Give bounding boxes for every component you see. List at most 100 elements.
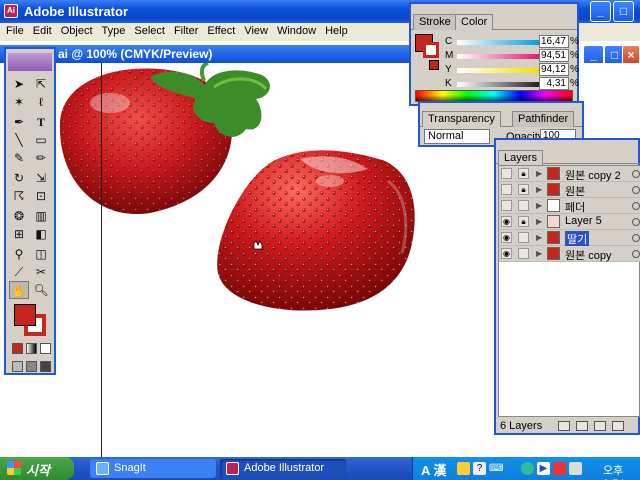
channel-slider[interactable]	[457, 82, 539, 87]
color-mode-button[interactable]	[12, 343, 23, 354]
channel-value-input[interactable]: 94,51	[539, 49, 569, 62]
direct-selection-tool-icon[interactable]: ⇱	[31, 75, 51, 93]
layer-target-icon[interactable]	[632, 186, 640, 194]
warp-tool-icon[interactable]: ☈	[9, 187, 29, 205]
tab-transparency[interactable]: Transparency	[422, 111, 501, 127]
visibility-eye-icon[interactable]	[501, 184, 512, 195]
menu-file[interactable]: File	[0, 23, 27, 37]
scissors-tool-icon[interactable]: ✂	[31, 263, 51, 281]
pencil-tool-icon[interactable]: ✏	[31, 149, 51, 167]
layer-row[interactable]: 🔒︎ ▶ 원본	[499, 182, 640, 198]
layer-row[interactable]: ◉ ▶ 딸기	[499, 230, 640, 247]
slice-tool-icon[interactable]: ⟋	[9, 263, 29, 281]
magic-wand-tool-icon[interactable]: ✶	[9, 93, 29, 111]
none-mode-button[interactable]	[40, 343, 51, 354]
expand-triangle-icon[interactable]: ▶	[536, 201, 542, 210]
eyedropper-tool-icon[interactable]: ⚲	[9, 245, 29, 263]
lock-icon[interactable]: 🔒︎	[518, 184, 529, 195]
layer-target-icon[interactable]	[632, 250, 640, 258]
layer-row[interactable]: 🔒︎ ▶ 원본 copy 2	[499, 166, 640, 182]
network-icon[interactable]	[521, 462, 534, 475]
taskbar-item-snagit[interactable]: SnagIt	[90, 459, 216, 478]
visibility-eye-icon[interactable]: ◉	[501, 232, 512, 243]
fill-color-swatch[interactable]	[14, 304, 36, 326]
volume-icon[interactable]	[569, 462, 582, 475]
make-clipping-mask-icon[interactable]	[558, 421, 570, 431]
menu-type[interactable]: Type	[96, 23, 129, 37]
layer-row[interactable]: ◉ ▶ 원본 copy	[499, 246, 640, 262]
app-tray-icon[interactable]	[553, 462, 566, 475]
gradient-mode-button[interactable]	[26, 343, 37, 354]
keyboard-icon[interactable]: ⌨	[489, 462, 503, 475]
expand-triangle-icon[interactable]: ▶	[536, 169, 542, 178]
panel-stroke-swatch[interactable]	[423, 42, 439, 58]
start-button[interactable]: 시작	[0, 457, 74, 480]
expand-triangle-icon[interactable]: ▶	[536, 233, 542, 242]
channel-slider[interactable]	[457, 68, 539, 73]
selection-tool-icon[interactable]: ➤	[9, 75, 29, 93]
layer-row[interactable]: ◉ 🔒︎ ▶ Layer 5	[499, 214, 640, 230]
help-icon[interactable]: ?	[473, 462, 486, 475]
expand-triangle-icon[interactable]: ▶	[536, 217, 542, 226]
tab-pathfinder[interactable]: Pathfinder	[512, 111, 575, 127]
pen-tool-icon[interactable]: ✒	[9, 113, 29, 131]
full-screen-menu-mode-button[interactable]	[26, 361, 37, 372]
menu-help[interactable]: Help	[319, 23, 351, 37]
ime-tool-icon[interactable]	[457, 462, 470, 475]
mesh-tool-icon[interactable]: ⊞	[9, 225, 29, 243]
lock-icon[interactable]	[518, 232, 529, 243]
visibility-eye-icon[interactable]: ◉	[501, 248, 512, 259]
media-icon[interactable]: ▶	[537, 462, 550, 475]
out-of-gamut-swatch[interactable]	[429, 60, 439, 70]
zoom-tool-icon[interactable]: 🔍︎	[31, 281, 51, 299]
symbol-sprayer-tool-icon[interactable]: ❂	[9, 207, 29, 225]
menu-select[interactable]: Select	[128, 23, 168, 37]
line-tool-icon[interactable]: ╲	[9, 131, 29, 149]
new-sublayer-icon[interactable]	[576, 421, 588, 431]
rotate-tool-icon[interactable]: ↻	[9, 169, 29, 187]
lock-icon[interactable]	[518, 200, 529, 211]
paintbrush-tool-icon[interactable]: ✎	[9, 149, 29, 167]
channel-value-input[interactable]: 94,12	[539, 63, 569, 76]
maximize-button[interactable]: □	[613, 1, 634, 22]
scale-tool-icon[interactable]: ⇲	[31, 169, 51, 187]
gradient-tool-icon[interactable]: ◧	[31, 225, 51, 243]
menu-object[interactable]: Object	[55, 23, 96, 37]
layer-target-icon[interactable]	[632, 202, 640, 210]
visibility-eye-icon[interactable]	[501, 168, 512, 179]
lock-icon[interactable]	[518, 248, 529, 259]
free-transform-tool-icon[interactable]: ⊡	[31, 187, 51, 205]
tab-stroke[interactable]: Stroke	[413, 14, 457, 30]
ime-indicator[interactable]: A 漢	[421, 460, 447, 479]
menu-edit[interactable]: Edit	[27, 23, 55, 37]
channel-value-input[interactable]: 4,31	[539, 77, 569, 90]
menu-effect[interactable]: Effect	[201, 23, 238, 37]
layer-target-icon[interactable]	[632, 218, 640, 226]
menu-filter[interactable]: Filter	[168, 23, 201, 37]
channel-slider[interactable]	[457, 40, 539, 45]
visibility-eye-icon[interactable]	[501, 200, 512, 211]
layer-target-icon[interactable]	[632, 234, 640, 242]
channel-value-input[interactable]: 16,47	[539, 35, 569, 48]
expand-triangle-icon[interactable]: ▶	[536, 185, 542, 194]
minimize-button[interactable]: _	[590, 1, 611, 22]
standard-screen-mode-button[interactable]	[12, 361, 23, 372]
delete-layer-icon[interactable]	[612, 421, 624, 431]
lock-icon[interactable]: 🔒︎	[518, 168, 529, 179]
lasso-tool-icon[interactable]: ℓ	[31, 93, 51, 111]
tab-layers[interactable]: Layers	[498, 150, 544, 166]
tab-color[interactable]: Color	[455, 14, 494, 30]
menu-window[interactable]: Window	[271, 23, 319, 37]
rectangle-tool-icon[interactable]: ▭	[31, 131, 51, 149]
layer-target-icon[interactable]	[632, 170, 640, 178]
expand-triangle-icon[interactable]: ▶	[536, 249, 542, 258]
blend-mode-select[interactable]: Normal	[424, 129, 490, 144]
layer-row[interactable]: ▶ 페더	[499, 198, 640, 214]
visibility-eye-icon[interactable]: ◉	[501, 216, 512, 227]
hand-tool-icon[interactable]: ✋	[9, 281, 29, 299]
blend-tool-icon[interactable]: ◫	[31, 245, 51, 263]
lock-icon[interactable]: 🔒︎	[518, 216, 529, 227]
new-layer-icon[interactable]	[594, 421, 606, 431]
channel-slider[interactable]	[457, 54, 539, 59]
menu-view[interactable]: View	[238, 23, 271, 37]
